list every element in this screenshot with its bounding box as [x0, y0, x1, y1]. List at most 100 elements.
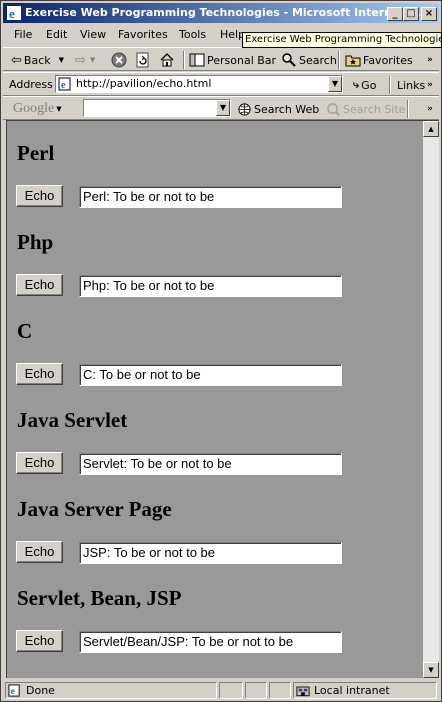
- menu-favorites[interactable]: Favorites: [118, 28, 168, 41]
- personal-bar-label: Personal Bar: [207, 53, 277, 67]
- search-web-icon: [238, 102, 251, 116]
- google-menu-button[interactable]: Google ▼: [13, 100, 62, 118]
- ie-logo-icon: e: [7, 6, 21, 21]
- refresh-button[interactable]: [135, 51, 151, 69]
- echo-button-c[interactable]: Echo: [16, 363, 63, 385]
- section-heading-java-server-page: Java Server Page: [17, 497, 172, 521]
- personal-bar-button[interactable]: Personal Bar: [189, 51, 276, 69]
- toolbar-separator: [389, 76, 391, 94]
- search-site-label: Search Site: [343, 102, 406, 116]
- echo-output-java-server-page[interactable]: JSP: To be or not to be: [79, 542, 342, 564]
- title-bar[interactable]: e Exercise Web Programming Technologies …: [3, 3, 439, 23]
- search-web-label: Search Web: [254, 102, 320, 116]
- search-button[interactable]: Search: [281, 51, 337, 69]
- favorites-button[interactable]: Favorites: [345, 51, 413, 69]
- menu-edit[interactable]: Edit: [46, 28, 67, 41]
- svg-text:e: e: [11, 687, 15, 697]
- echo-button-java-servlet[interactable]: Echo: [16, 452, 63, 474]
- page-icon: e: [58, 77, 71, 91]
- echo-output-c[interactable]: C: To be or not to be: [79, 364, 342, 386]
- security-zone-label: Local intranet: [314, 684, 390, 697]
- home-icon: [160, 53, 174, 67]
- forward-arrow-icon: ⇨: [75, 52, 86, 68]
- section-heading-c: C: [17, 319, 33, 343]
- browser-window: e Exercise Web Programming Technologies …: [0, 0, 442, 702]
- address-label: Address: [9, 78, 53, 91]
- status-text-panel: e Done: [5, 682, 217, 699]
- echo-button-java-server-page[interactable]: Echo: [16, 541, 63, 563]
- menu-tools[interactable]: Tools: [179, 28, 206, 41]
- search-label: Search: [299, 53, 337, 67]
- go-button[interactable]: ⤷ Go: [353, 76, 376, 94]
- svg-text:e: e: [9, 6, 15, 21]
- standard-toolbar: ⇦ Back ▼ ⇨ ▼ Personal Bar Search Favorit…: [3, 47, 439, 71]
- google-toolbar: Google ▼ ▼ Search Web Search Site »: [3, 96, 439, 120]
- echo-button-php[interactable]: Echo: [16, 274, 63, 296]
- google-logo: Google: [13, 101, 55, 116]
- back-dropdown-icon[interactable]: ▼: [59, 56, 64, 64]
- forward-dropdown-icon: ▼: [89, 56, 96, 64]
- minimize-button[interactable]: _: [387, 7, 403, 21]
- section-heading-php: Php: [17, 230, 54, 254]
- echo-button-perl[interactable]: Echo: [16, 185, 63, 207]
- toolbar-separator: [338, 51, 340, 69]
- security-zone-panel: Local intranet: [293, 682, 437, 699]
- address-bar: Address e http://pavilion/echo.html ▼ ⤷ …: [3, 72, 439, 96]
- home-button[interactable]: [159, 51, 175, 69]
- status-panel-empty: [245, 682, 267, 699]
- google-search-input[interactable]: ▼: [83, 99, 231, 117]
- echo-output-php[interactable]: Php: To be or not to be: [79, 275, 342, 297]
- maximize-button[interactable]: □: [403, 7, 419, 21]
- section-heading-perl: Perl: [17, 141, 55, 165]
- echo-output-perl[interactable]: Perl: To be or not to be: [79, 186, 342, 208]
- favorites-folder-icon: [345, 55, 361, 67]
- vertical-scrollbar[interactable]: ▲ ▼: [423, 120, 439, 678]
- page-content: Perl Echo Perl: To be or not to be Php E…: [6, 120, 423, 678]
- toolbar-separator: [407, 100, 409, 118]
- back-button[interactable]: ⇦ Back ▼: [11, 51, 64, 69]
- status-bar: e Done Local intranet: [3, 681, 439, 700]
- go-arrow-icon: ⤷: [353, 78, 360, 91]
- forward-button[interactable]: ⇨ ▼: [75, 51, 95, 69]
- stop-icon: [111, 52, 127, 68]
- address-input[interactable]: e http://pavilion/echo.html ▼: [55, 75, 343, 93]
- status-text: Done: [26, 684, 55, 697]
- status-panel-empty: [269, 682, 291, 699]
- scroll-down-arrow-icon[interactable]: ▼: [423, 662, 439, 678]
- scroll-up-arrow-icon[interactable]: ▲: [423, 121, 439, 137]
- back-arrow-icon: ⇦: [11, 52, 22, 68]
- close-button[interactable]: ×: [421, 7, 437, 21]
- local-intranet-icon: [296, 686, 310, 697]
- search-site-button[interactable]: Search Site: [326, 100, 405, 118]
- svg-text:e: e: [61, 80, 66, 91]
- menu-view[interactable]: View: [80, 28, 106, 41]
- search-web-button[interactable]: Search Web: [237, 100, 319, 118]
- links-button[interactable]: Links: [397, 76, 425, 94]
- menu-file[interactable]: File: [14, 28, 32, 41]
- done-page-icon: e: [8, 684, 20, 697]
- favorites-label: Favorites: [363, 53, 413, 67]
- status-panel-empty: [219, 682, 243, 699]
- refresh-icon: [136, 52, 149, 68]
- toolbar-separator: [183, 51, 185, 69]
- window-title: Exercise Web Programming Technologies - …: [25, 6, 422, 19]
- links-chevron-icon[interactable]: »: [427, 76, 433, 94]
- echo-output-servlet-bean-jsp[interactable]: Servlet/Bean/JSP: To be or not to be: [79, 631, 342, 653]
- address-dropdown-button[interactable]: ▼: [328, 76, 342, 92]
- stop-button[interactable]: [111, 51, 127, 69]
- echo-output-java-servlet[interactable]: Servlet: To be or not to be: [79, 453, 342, 475]
- personal-bar-icon: [189, 53, 205, 67]
- go-label: Go: [361, 78, 377, 92]
- echo-button-servlet-bean-jsp[interactable]: Echo: [16, 630, 63, 652]
- google-dropdown-icon: ▼: [56, 105, 62, 113]
- title-tooltip: Exercise Web Programming Technologies: [242, 32, 442, 48]
- search-icon: [282, 53, 296, 67]
- search-site-icon: [327, 102, 340, 116]
- toolbar-overflow-chevron-icon[interactable]: »: [427, 51, 433, 69]
- google-search-dropdown-button[interactable]: ▼: [216, 100, 230, 116]
- address-url: http://pavilion/echo.html: [76, 77, 212, 90]
- section-heading-java-servlet: Java Servlet: [17, 408, 128, 432]
- google-toolbar-chevron-icon[interactable]: »: [427, 100, 433, 118]
- back-label: Back: [23, 53, 51, 67]
- section-heading-servlet-bean-jsp: Servlet, Bean, JSP: [17, 586, 182, 610]
